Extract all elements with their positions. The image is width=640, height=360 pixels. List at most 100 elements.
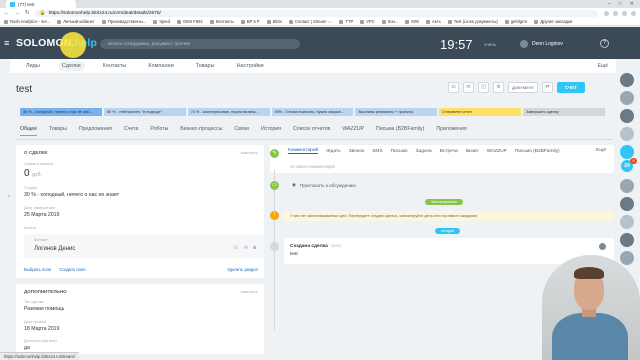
- timeline-tab[interactable]: Задача: [416, 149, 432, 154]
- section-tab[interactable]: Общее: [20, 126, 37, 136]
- back-icon[interactable]: ←: [4, 10, 10, 16]
- help-icon[interactable]: ?: [600, 39, 609, 48]
- section-tab[interactable]: Письма (B2BFamily): [376, 126, 424, 136]
- sidebar-avatar[interactable]: [620, 127, 634, 141]
- stage-item[interactable]: Завершить сделку: [523, 108, 606, 116]
- sidebar-avatar[interactable]: [620, 215, 634, 229]
- stage-item[interactable]: 90% - Готова помогать, нужно закрыв...: [271, 108, 354, 116]
- minimize-icon[interactable]: –: [608, 1, 611, 7]
- browser-tab[interactable]: (77) test: [6, 0, 76, 8]
- timeline-tab[interactable]: WAZZUP: [487, 149, 507, 154]
- close-icon[interactable]: ✕: [630, 1, 634, 7]
- contact-name[interactable]: Логинов Денис: [34, 246, 75, 252]
- choose-field-link[interactable]: Выбрать поле: [24, 267, 51, 272]
- crm-nav-item[interactable]: Компании: [144, 61, 177, 71]
- sidebar-avatar[interactable]: [620, 233, 634, 247]
- section-tab[interactable]: WAZZUP: [342, 126, 364, 136]
- bookmark-item[interactable]: Другие закладки: [534, 19, 572, 24]
- about-change-link[interactable]: изменить: [241, 150, 258, 155]
- timeline-tab[interactable]: Ждать: [326, 149, 341, 154]
- bookmark-item[interactable]: ТТР: [339, 19, 353, 24]
- crm-nav-item[interactable]: Контакты: [99, 61, 131, 71]
- stage-item[interactable]: 70 % - заинтересован, нужно возвеж...: [187, 108, 270, 116]
- timeline-tab[interactable]: Письмо: [391, 149, 408, 154]
- invite-discussion[interactable]: ◉ Пригласить к обсуждению: [292, 182, 356, 188]
- crm-nav-item[interactable]: Товары: [192, 61, 219, 71]
- bookmark-item[interactable]: BP в Р: [240, 19, 260, 24]
- crm-nav-more[interactable]: Ещё: [598, 63, 608, 69]
- section-tab[interactable]: История: [261, 126, 281, 136]
- sum-value[interactable]: 0 руб.: [24, 168, 42, 179]
- type-value[interactable]: Разовая помощь: [24, 306, 64, 312]
- share-icon[interactable]: ⇄: [542, 82, 553, 93]
- document-button[interactable]: ДОКУМЕНТ: [508, 82, 538, 93]
- timeline-tab[interactable]: Комментарий: [288, 148, 319, 154]
- deal-title[interactable]: test: [16, 84, 32, 95]
- stage-value[interactable]: 30 % - холодный, ничего о нас не знает: [24, 192, 119, 198]
- clock[interactable]: 19:57: [440, 37, 473, 52]
- bookmark-item[interactable]: Личный кабинет: [57, 19, 95, 24]
- bookmark-item[interactable]: Test (Lines документы): [447, 19, 498, 24]
- comment-input[interactable]: Оставьте комментарий: [290, 164, 335, 169]
- user-menu[interactable]: Denn Loginov: [520, 40, 563, 48]
- section-tab[interactable]: Роботы: [150, 126, 168, 136]
- extension-icon[interactable]: [604, 10, 609, 16]
- start-value[interactable]: 18 Марта 2019: [24, 326, 59, 332]
- section-tab[interactable]: Связи: [234, 126, 249, 136]
- bookmark-item[interactable]: КЛК: [405, 19, 419, 24]
- section-tab[interactable]: Счета: [124, 126, 138, 136]
- crm-nav-item[interactable]: Настройки: [233, 61, 268, 71]
- phone-icon[interactable]: ☏: [448, 82, 459, 93]
- menu-icon[interactable]: ≡: [4, 38, 12, 48]
- sidebar-avatar[interactable]: [620, 109, 634, 123]
- mail-icon[interactable]: ✉: [463, 82, 474, 93]
- sidebar-avatar[interactable]: [620, 179, 634, 193]
- delete-section-link[interactable]: Удалить раздел: [227, 267, 258, 272]
- chat-icon[interactable]: ◙: [253, 245, 256, 251]
- stage-item[interactable]: Высланы реквизиты + проекты: [355, 108, 438, 116]
- notify-icon[interactable]: [620, 145, 634, 159]
- timeline-tab[interactable]: Письмо (B2BFamily): [515, 149, 560, 154]
- timeline-tab[interactable]: Встреча: [440, 149, 458, 154]
- sidebar-avatar[interactable]: [620, 73, 634, 87]
- phone-icon[interactable]: ☏: [233, 245, 239, 251]
- bookmark-item[interactable]: gefolgror: [504, 19, 527, 24]
- bookmark-item[interactable]: Sjeed: [153, 19, 170, 24]
- mail-icon[interactable]: ✉: [244, 245, 248, 251]
- section-tab[interactable]: Товары: [49, 126, 67, 136]
- extension-icon[interactable]: [622, 10, 627, 16]
- timeline-tab[interactable]: Визит: [466, 149, 479, 154]
- section-tab[interactable]: Приложения: [436, 126, 466, 136]
- chevron-right-icon[interactable]: ›: [8, 194, 16, 204]
- gear-icon[interactable]: ⚙: [493, 82, 504, 93]
- section-tab[interactable]: Предложения: [79, 126, 112, 136]
- section-tab[interactable]: Бизнес-процессы: [180, 126, 222, 136]
- stage-item[interactable]: 50 % - «нейтрален, "в подходе": [103, 108, 186, 116]
- bookmark-item[interactable]: GEN F602: [176, 19, 203, 24]
- bookmark-item[interactable]: Bitrix: [266, 19, 282, 24]
- timeline-tab[interactable]: Звонок: [349, 149, 364, 154]
- maximize-icon[interactable]: □: [619, 1, 622, 7]
- bookmark-item[interactable]: Rush Analytics - ser...: [4, 19, 50, 24]
- bookmark-item[interactable]: Акть: [425, 19, 441, 24]
- stage-item[interactable]: 30 % - холодный, ничего о нас не зна...: [20, 108, 102, 116]
- crm-nav-item[interactable]: Сделки: [57, 61, 85, 71]
- bookmark-item[interactable]: Контакты: [209, 19, 234, 24]
- section-tab[interactable]: Список отчетов: [293, 126, 330, 136]
- extension-icon[interactable]: [613, 10, 618, 16]
- timeline-tab[interactable]: SMS: [372, 149, 382, 154]
- search-input[interactable]: искать сотрудника, документ, прочее: [100, 39, 300, 49]
- date-value[interactable]: 25 Марта 2019: [24, 212, 59, 218]
- extra-change-link[interactable]: изменить: [241, 289, 258, 294]
- bookmark-item[interactable]: Производственны...: [101, 19, 146, 24]
- sidebar-avatar[interactable]: [620, 197, 634, 211]
- address-input[interactable]: 🔒 https://solomonhelp.bitrix24.ru/crm/de…: [34, 9, 598, 17]
- bookmark-item[interactable]: Contact | Stream -...: [289, 19, 332, 24]
- message-icon[interactable]: ◱: [478, 82, 489, 93]
- profile-icon[interactable]: [631, 10, 636, 16]
- bookmark-item[interactable]: УРС: [360, 19, 375, 24]
- forward-icon[interactable]: →: [15, 10, 21, 16]
- sidebar-avatar[interactable]: [620, 91, 634, 105]
- create-field-link[interactable]: Создать поле: [59, 267, 85, 272]
- stage-item[interactable]: Отправлен отчет: [439, 108, 522, 116]
